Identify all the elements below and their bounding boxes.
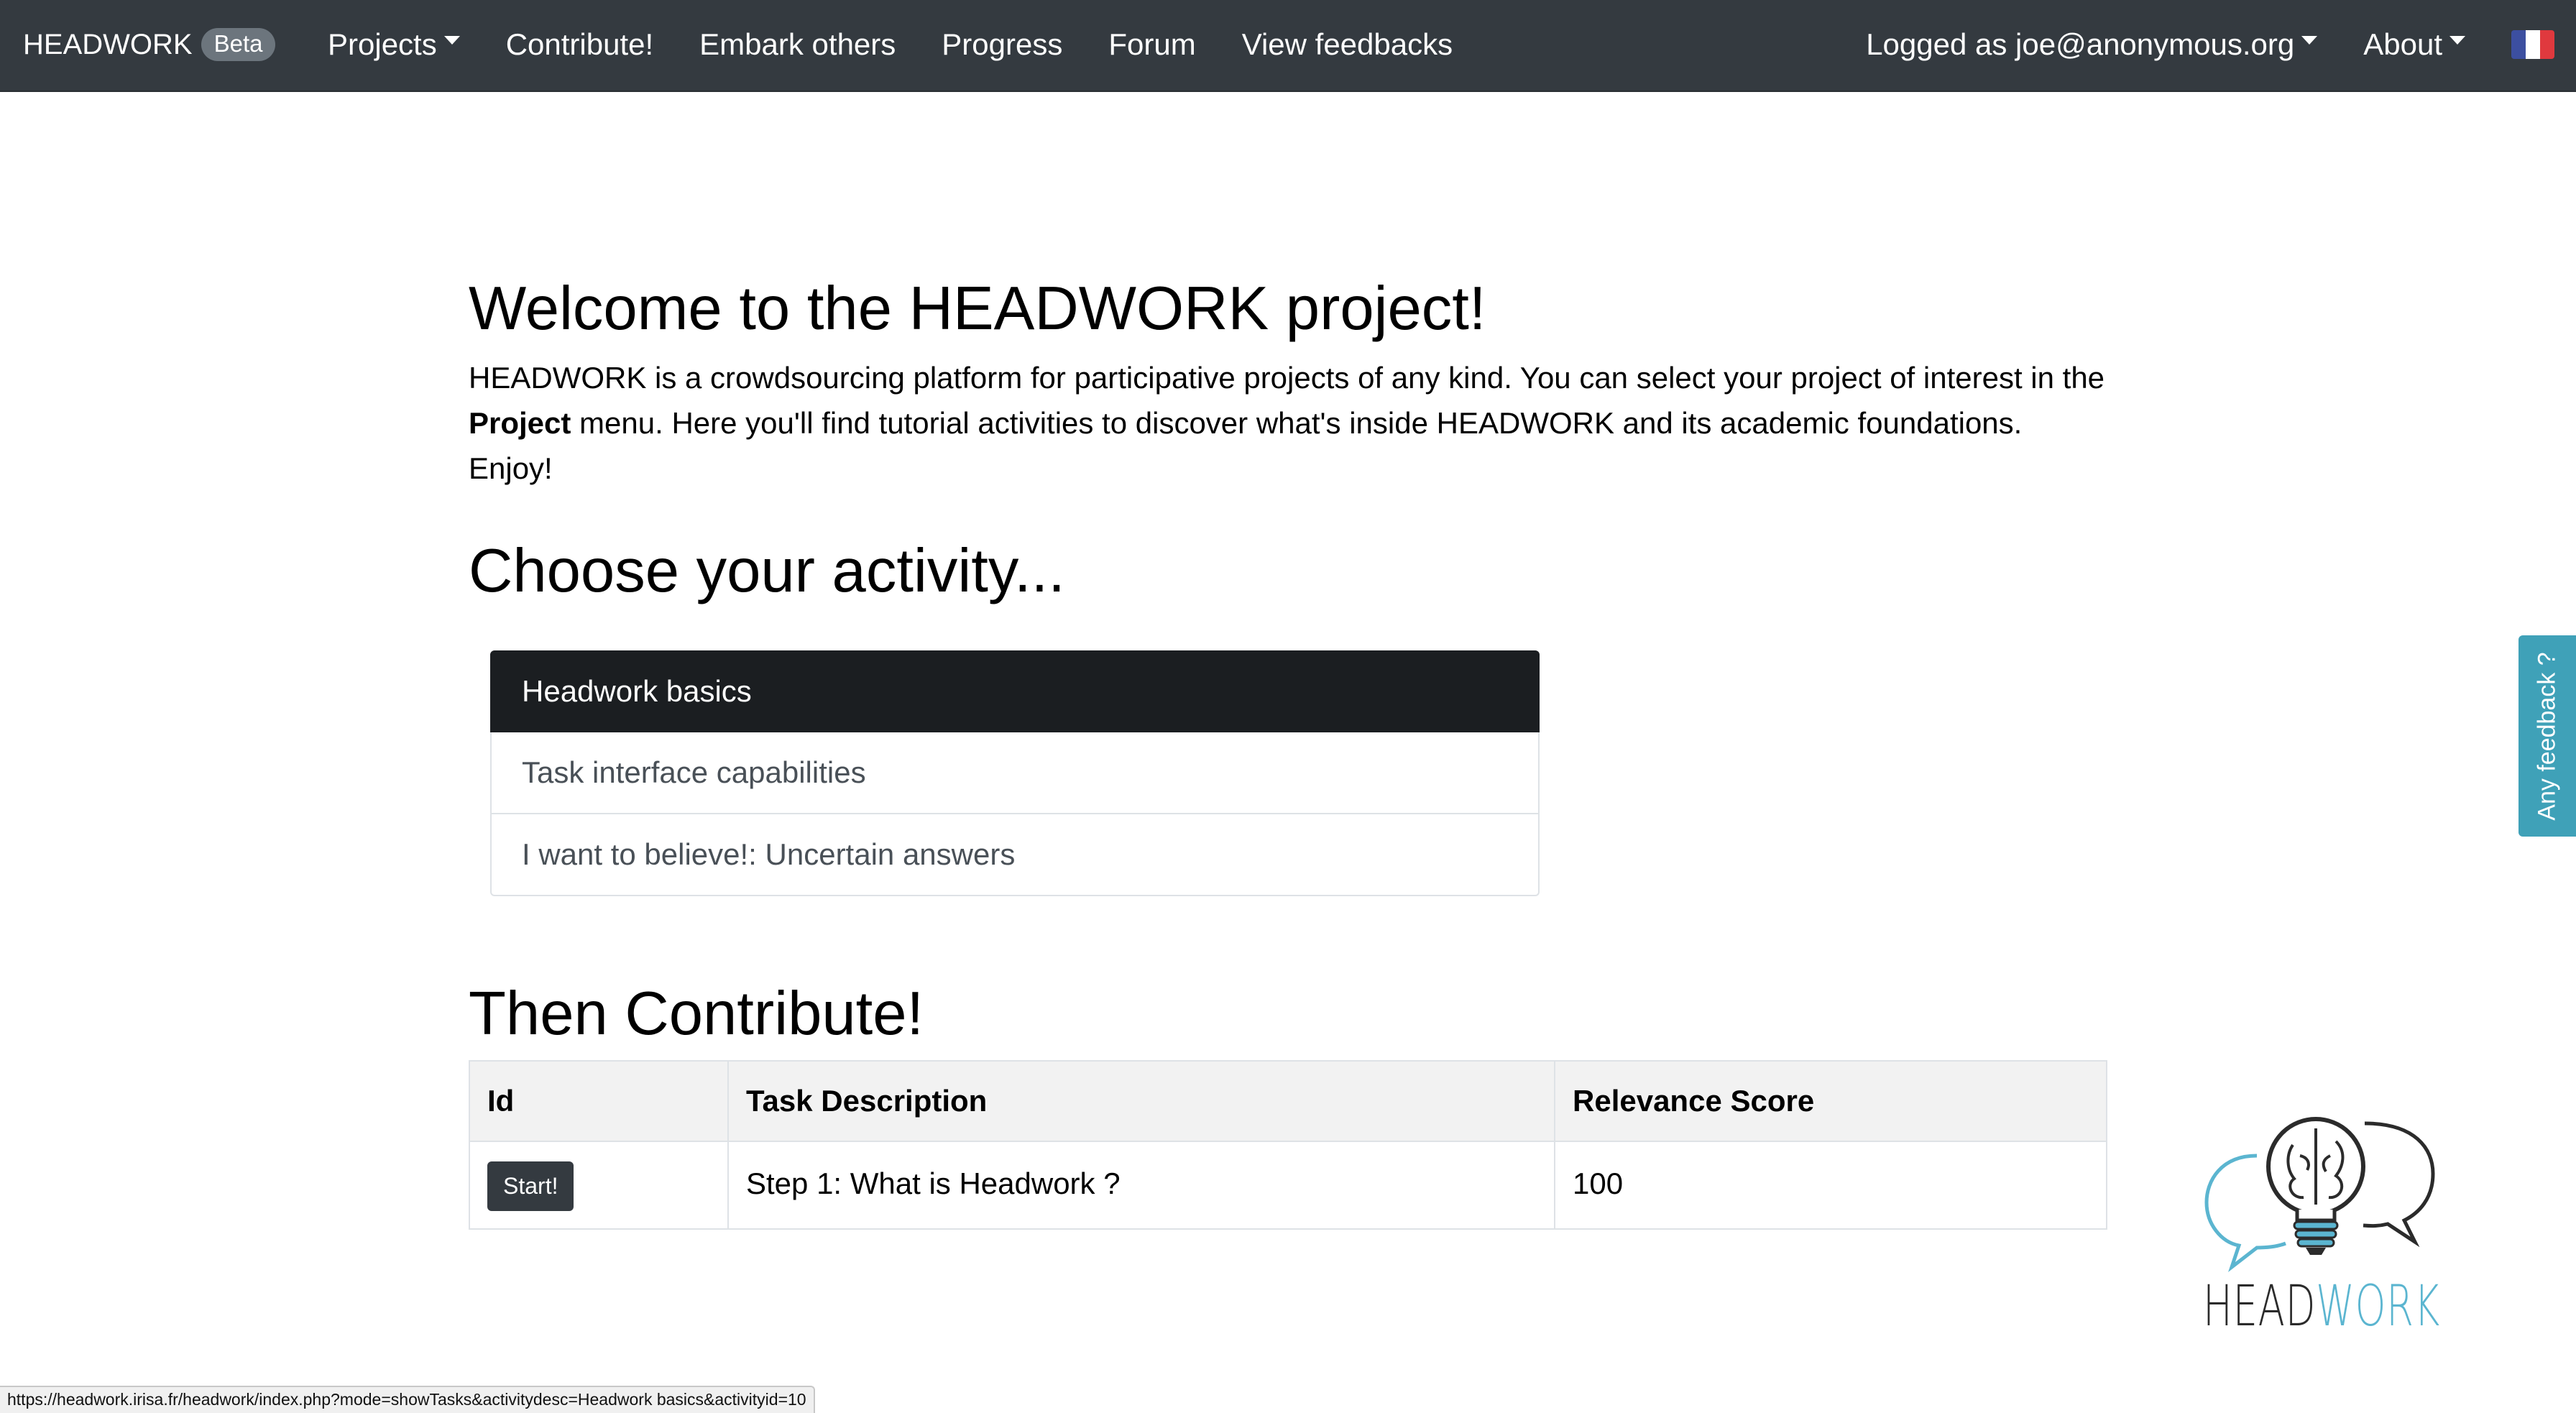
nav-forum[interactable]: Forum — [1108, 27, 1195, 62]
nav-forum-label: Forum — [1108, 27, 1196, 61]
nav-contribute[interactable]: Contribute! — [506, 27, 653, 62]
nav-embark-others[interactable]: Embark others — [699, 27, 896, 62]
table-header-row: Id Task Description Relevance Score — [469, 1060, 2107, 1142]
beta-badge: Beta — [201, 28, 276, 61]
nav-progress[interactable]: Progress — [942, 27, 1062, 62]
nav-about-label: About — [2363, 27, 2442, 61]
brand-link[interactable]: HEADWORK Beta — [23, 23, 276, 66]
start-button[interactable]: Start! — [487, 1161, 574, 1211]
activity-label: I want to believe!: Uncertain answers — [522, 837, 1016, 871]
cell-score: 100 — [1554, 1141, 2107, 1230]
header-relevance-score: Relevance Score — [1554, 1060, 2107, 1142]
top-navbar: HEADWORK Beta Projects Contribute! Embar… — [0, 0, 2576, 92]
logo-text-dark: HEAD — [2203, 1274, 2316, 1335]
status-bar-url: https://headwork.irisa.fr/headwork/index… — [0, 1386, 815, 1413]
nav-progress-label: Progress — [942, 27, 1063, 61]
header-task-description: Task Description — [727, 1060, 1555, 1142]
nav-about[interactable]: About — [2363, 27, 2465, 62]
activity-list: Headwork basics Task interface capabilit… — [490, 650, 1540, 896]
feedback-tab-button[interactable]: Any feedback ? — [2518, 635, 2576, 837]
nav-view-feedbacks[interactable]: View feedbacks — [1242, 27, 1453, 62]
main-content: Welcome to the HEADWORK project! HEADWOR… — [469, 273, 2107, 1230]
header-id: Id — [469, 1060, 729, 1142]
choose-activity-title: Choose your activity... — [469, 537, 1065, 605]
nav-left: Projects Contribute! Embark others Progr… — [328, 0, 1499, 89]
chevron-down-icon — [2301, 36, 2318, 45]
intro-part2: menu. Here you'll find tutorial activiti… — [469, 406, 2023, 485]
nav-right: Logged as joe@anonymous.org About — [1866, 0, 2554, 89]
activity-label: Task interface capabilities — [522, 755, 866, 789]
speech-bubble-right-icon — [2363, 1121, 2435, 1248]
intro-text: HEADWORK is a crowdsourcing platform for… — [469, 355, 2107, 491]
headwork-logo: HEADWORK — [2203, 1117, 2440, 1335]
nav-embark-others-label: Embark others — [699, 27, 896, 61]
intro-part1: HEADWORK is a crowdsourcing platform for… — [469, 361, 2105, 395]
nav-contribute-label: Contribute! — [505, 27, 654, 61]
nav-user-menu[interactable]: Logged as joe@anonymous.org — [1866, 27, 2318, 62]
cell-action: Start! — [469, 1141, 729, 1230]
chevron-down-icon — [443, 36, 460, 45]
nav-view-feedbacks-label: View feedbacks — [1241, 27, 1453, 61]
nav-projects[interactable]: Projects — [328, 27, 460, 62]
nav-projects-label: Projects — [328, 27, 437, 61]
activity-label: Headwork basics — [522, 674, 752, 708]
table-row: Start! Step 1: What is Headwork ? 100 — [469, 1141, 2107, 1230]
flag-fr-icon[interactable] — [2511, 30, 2554, 59]
tasks-table: Id Task Description Relevance Score Star… — [469, 1060, 2107, 1230]
activity-item-task-interface[interactable]: Task interface capabilities — [490, 732, 1540, 814]
cell-description: Step 1: What is Headwork ? — [727, 1141, 1555, 1230]
contribute-title: Then Contribute! — [469, 980, 924, 1048]
page-title: Welcome to the HEADWORK project! — [469, 275, 1486, 343]
brand-name: HEADWORK — [23, 28, 193, 60]
logo-wordmark: HEADWORK — [2203, 1274, 2440, 1335]
feedback-tab-label: Any feedback ? — [2533, 651, 2561, 821]
activity-item-headwork-basics[interactable]: Headwork basics — [490, 650, 1540, 732]
logo-text-accent: WORK — [2316, 1274, 2440, 1335]
intro-bold: Project — [469, 406, 571, 440]
activity-item-uncertain-answers[interactable]: I want to believe!: Uncertain answers — [490, 814, 1540, 896]
chevron-down-icon — [2450, 36, 2465, 45]
nav-user-label: Logged as joe@anonymous.org — [1866, 27, 2295, 61]
